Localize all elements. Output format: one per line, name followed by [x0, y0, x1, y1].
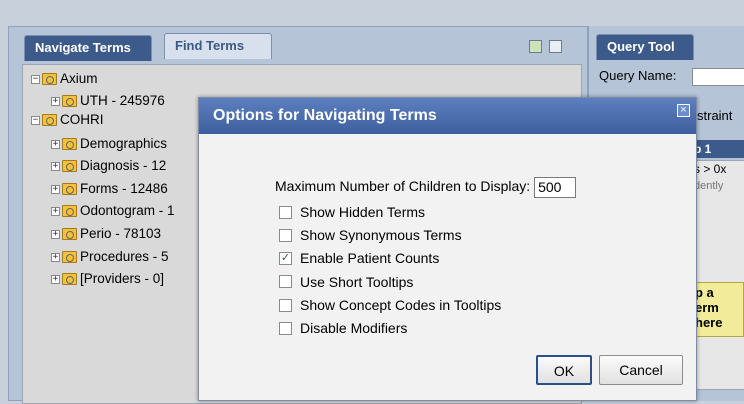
expand-icon[interactable]: + — [51, 229, 60, 239]
query-name-input[interactable] — [692, 68, 744, 86]
tree-item[interactable]: + Procedures - 5 — [51, 247, 169, 267]
folder-icon — [42, 114, 57, 127]
collapse-icon[interactable]: − — [31, 115, 40, 125]
drop-line: p a — [695, 285, 714, 300]
expand-icon[interactable]: + — [51, 274, 60, 284]
folder-icon — [62, 228, 77, 241]
tree-item[interactable]: + Odontogram - 1 — [51, 201, 175, 221]
folder-icon — [62, 205, 77, 218]
option-label: Use Short Tooltips — [300, 273, 414, 290]
tree-item-label: UTH - 245976 — [80, 93, 165, 108]
tree-item-label: [Providers - 0] — [80, 271, 165, 286]
option-row[interactable]: Disable Modifiers — [279, 318, 407, 338]
option-checkbox[interactable] — [279, 228, 292, 242]
close-icon[interactable]: × — [677, 104, 690, 117]
dialog-title: Options for Navigating Terms — [199, 98, 696, 134]
tree-item-label: COHRI — [60, 112, 104, 127]
constraint-label: straint — [697, 108, 733, 123]
tree-item[interactable]: + Perio - 78103 — [51, 224, 161, 244]
tree-item[interactable]: + Forms - 12486 — [51, 179, 168, 199]
folder-icon — [62, 183, 77, 196]
window-icon[interactable] — [549, 40, 562, 53]
option-checkbox[interactable] — [279, 321, 292, 335]
tree-item[interactable]: + Demographics — [51, 134, 167, 154]
folder-icon — [62, 160, 77, 173]
max-children-input[interactable]: 500 — [534, 176, 577, 198]
query-name-label: Query Name: — [599, 68, 677, 83]
collapse-icon[interactable]: − — [31, 74, 40, 84]
tab-find-terms[interactable]: Find Terms — [164, 33, 272, 59]
option-row[interactable]: Show Concept Codes in Tooltips — [279, 295, 501, 315]
tree-item-label: Demographics — [80, 136, 168, 151]
expand-icon[interactable]: + — [51, 206, 60, 216]
option-checkbox[interactable]: ✓ — [279, 252, 292, 266]
expand-icon[interactable]: + — [51, 139, 60, 149]
folder-icon — [62, 273, 77, 286]
option-label: Show Concept Codes in Tooltips — [300, 296, 502, 313]
option-checkbox[interactable] — [279, 275, 292, 289]
tree-item-label: Perio - 78103 — [80, 226, 162, 241]
folder-icon — [42, 73, 57, 86]
tree-item[interactable]: + Diagnosis - 12 — [51, 156, 166, 176]
tree-item-label: Forms - 12486 — [80, 181, 168, 196]
option-checkbox[interactable] — [279, 298, 292, 312]
option-label: Show Hidden Terms — [300, 204, 426, 220]
option-row[interactable]: ✓ Enable Patient Counts — [279, 248, 439, 268]
max-children-row: Maximum Number of Children to Display: 5… — [275, 174, 577, 198]
tree-item-label: Odontogram - 1 — [80, 203, 175, 218]
option-label: Enable Patient Counts — [300, 250, 440, 267]
drop-line: here — [695, 315, 723, 330]
drop-line: erm — [695, 300, 719, 315]
tree-item[interactable]: − COHRI — [31, 110, 104, 130]
options-dialog: Options for Navigating Terms × Maximum N… — [198, 97, 697, 401]
ok-button[interactable]: OK — [536, 355, 592, 385]
expand-icon[interactable]: + — [51, 96, 60, 106]
option-label: Disable Modifiers — [300, 320, 408, 336]
tree-item-label: Axium — [60, 71, 98, 86]
expand-icon[interactable]: + — [51, 161, 60, 171]
cancel-button[interactable]: Cancel — [599, 355, 683, 385]
occurs-label[interactable]: s > 0x — [694, 162, 726, 176]
independently-label[interactable]: dently — [694, 180, 723, 192]
checkmark-icon[interactable] — [529, 40, 542, 53]
tree-item[interactable]: − Axium — [31, 69, 98, 89]
tree-item[interactable]: + [Providers - 0] — [51, 269, 164, 289]
folder-icon — [62, 251, 77, 264]
tab-navigate-terms[interactable]: Navigate Terms — [24, 35, 152, 61]
folder-icon — [62, 95, 77, 108]
option-row[interactable]: Show Hidden Terms — [279, 202, 425, 222]
folder-icon — [62, 138, 77, 151]
option-row[interactable]: Show Synonymous Terms — [279, 225, 462, 245]
tree-item-label: Diagnosis - 12 — [80, 158, 167, 173]
tree-item-label: Procedures - 5 — [80, 249, 169, 264]
expand-icon[interactable]: + — [51, 184, 60, 194]
expand-icon[interactable]: + — [51, 252, 60, 262]
tab-query-tool[interactable]: Query Tool — [596, 34, 694, 60]
tree-item[interactable]: + UTH - 245976 — [51, 91, 165, 111]
option-row[interactable]: Use Short Tooltips — [279, 272, 413, 292]
max-children-label: Maximum Number of Children to Display: — [275, 178, 531, 194]
option-label: Show Synonymous Terms — [300, 227, 462, 244]
option-checkbox[interactable] — [279, 205, 292, 219]
